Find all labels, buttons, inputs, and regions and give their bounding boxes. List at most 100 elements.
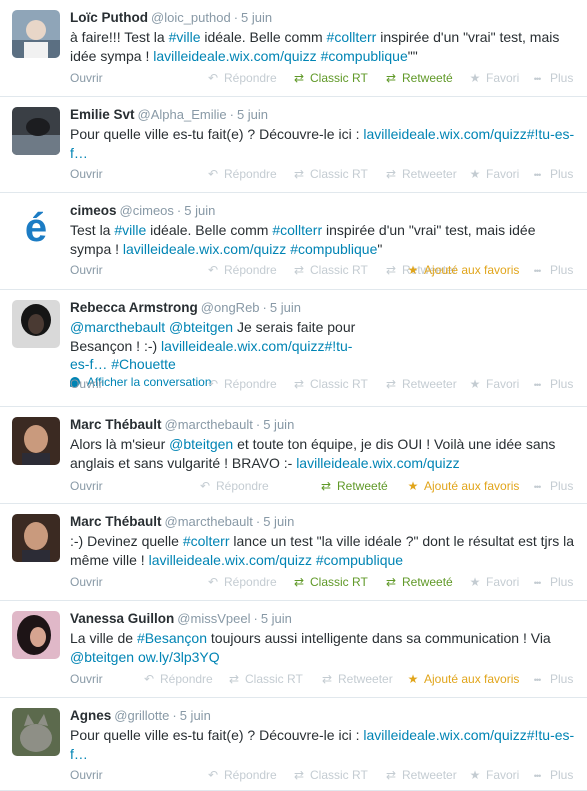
- reply-button[interactable]: ↶ Répondre: [206, 575, 277, 589]
- reply-button[interactable]: ↶ Répondre: [206, 167, 277, 181]
- avatar[interactable]: [12, 300, 60, 348]
- tweet-link[interactable]: lavilleideale.wix.com/quizz: [149, 552, 312, 568]
- fullname[interactable]: Agnes: [70, 708, 111, 723]
- timestamp[interactable]: 5 juin: [263, 417, 294, 432]
- open-button[interactable]: Ouvrir: [70, 167, 103, 181]
- fullname[interactable]: Vanessa Guillon: [70, 611, 174, 626]
- tweet-link[interactable]: #collterr: [327, 29, 377, 45]
- timestamp[interactable]: 5 juin: [241, 10, 272, 25]
- tweet-item[interactable]: Emilie Svt @Alpha_Emilie · 5 juin Pour quell…: [0, 97, 587, 193]
- timestamp[interactable]: 5 juin: [184, 203, 215, 218]
- fullname[interactable]: Rebecca Armstrong: [70, 300, 198, 315]
- favorite-button[interactable]: ★ Favori: [468, 575, 520, 589]
- timestamp[interactable]: 5 juin: [263, 514, 294, 529]
- more-button[interactable]: ••• Plus: [530, 768, 574, 782]
- open-button[interactable]: Ouvrir: [70, 672, 103, 686]
- more-button[interactable]: ••• Plus: [530, 575, 574, 589]
- username[interactable]: @grillotte: [114, 708, 169, 723]
- reply-button[interactable]: ↶ Répondre: [198, 479, 269, 493]
- tweet-link[interactable]: #colterr: [183, 533, 230, 549]
- tweet-link[interactable]: lavilleideale.wix.com/quizz: [153, 48, 316, 64]
- tweet-link[interactable]: @bteitgen: [169, 319, 233, 335]
- open-button[interactable]: Ouvrir: [70, 575, 103, 589]
- classic-rt-button[interactable]: ⇄ Classic RT: [292, 167, 368, 181]
- reply-button[interactable]: ↶ Répondre: [206, 71, 277, 85]
- tweet-link[interactable]: #ville: [114, 222, 146, 238]
- tweet-link[interactable]: #Besançon: [137, 630, 207, 646]
- classic-rt-button[interactable]: ⇄ Classic RT: [292, 575, 368, 589]
- tweet-item[interactable]: Vanessa Guillon @missVpeel · 5 juin La ville…: [0, 601, 587, 698]
- open-button[interactable]: Ouvrir: [70, 377, 103, 391]
- fullname[interactable]: Marc Thébault: [70, 417, 162, 432]
- open-button[interactable]: Ouvrir: [70, 263, 103, 277]
- timestamp[interactable]: 5 juin: [261, 611, 292, 626]
- retweeted-button[interactable]: ⇄ Retweeté: [384, 71, 453, 85]
- tweet-item[interactable]: é cimeos @cimeos · 5 juin Test la #ville idéa…: [0, 193, 587, 290]
- retweet-button[interactable]: ⇄ Retweeter: [384, 167, 457, 181]
- tweet-link[interactable]: #compublique: [316, 552, 403, 568]
- fullname[interactable]: Loïc Puthod: [70, 10, 148, 25]
- avatar[interactable]: [12, 514, 60, 562]
- fullname[interactable]: cimeos: [70, 203, 117, 218]
- reply-button[interactable]: ↶ Répondre: [142, 672, 213, 686]
- avatar[interactable]: é: [12, 203, 60, 251]
- tweet-link[interactable]: #compublique: [321, 48, 408, 64]
- classic-rt-button[interactable]: ⇄ Classic RT: [292, 768, 368, 782]
- retweeted-button[interactable]: ⇄ Retweeté: [384, 575, 453, 589]
- classic-rt-button[interactable]: ⇄ Classic RT: [292, 377, 368, 391]
- more-button[interactable]: ••• Plus: [530, 672, 574, 686]
- more-button[interactable]: ••• Plus: [530, 167, 574, 181]
- tweet-item[interactable]: Rebecca Armstrong @ongReb · 5 juin @marctheb…: [0, 290, 587, 407]
- favorited-button[interactable]: ★ Ajouté aux favoris: [406, 672, 520, 686]
- reply-button[interactable]: ↶ Répondre: [206, 768, 277, 782]
- retweeted-button[interactable]: ⇄ Retweeté: [319, 479, 388, 493]
- tweet-link[interactable]: @bteitgen: [70, 649, 134, 665]
- timestamp[interactable]: 5 juin: [270, 300, 301, 315]
- reply-button[interactable]: ↶ Répondre: [206, 377, 277, 391]
- retweet-button[interactable]: ⇄ Retweeter: [320, 672, 393, 686]
- tweet-link[interactable]: ow.ly/3lp3YQ: [138, 649, 220, 665]
- more-button[interactable]: ••• Plus: [530, 263, 574, 277]
- open-button[interactable]: Ouvrir: [70, 71, 103, 85]
- classic-rt-button[interactable]: ⇄ Classic RT: [227, 672, 303, 686]
- username[interactable]: @marcthebault: [165, 417, 253, 432]
- retweet-button[interactable]: ⇄ Retweeter: [384, 768, 457, 782]
- avatar[interactable]: [12, 10, 60, 58]
- username[interactable]: @missVpeel: [177, 611, 250, 626]
- fullname[interactable]: Emilie Svt: [70, 107, 135, 122]
- username[interactable]: @ongReb: [201, 300, 260, 315]
- tweet-item[interactable]: Loïc Puthod @loic_puthod · 5 juin à faire!!!…: [0, 0, 587, 97]
- tweet-item[interactable]: Marc Thébault @marcthebault · 5 juin:-) Dev…: [0, 504, 587, 601]
- reply-button[interactable]: ↶ Répondre: [206, 263, 277, 277]
- tweet-link[interactable]: #compublique: [290, 241, 377, 257]
- favorite-button[interactable]: ★ Favori: [468, 167, 520, 181]
- fullname[interactable]: Marc Thébault: [70, 514, 162, 529]
- username[interactable]: @marcthebault: [165, 514, 253, 529]
- avatar[interactable]: [12, 417, 60, 465]
- favorite-button[interactable]: ★ Favori: [468, 377, 520, 391]
- avatar[interactable]: [12, 708, 60, 756]
- timestamp[interactable]: 5 juin: [180, 708, 211, 723]
- more-button[interactable]: ••• Plus: [530, 479, 574, 493]
- username[interactable]: @Alpha_Emilie: [138, 107, 227, 122]
- open-button[interactable]: Ouvrir: [70, 479, 103, 493]
- favorite-button[interactable]: ★ Favori: [468, 768, 520, 782]
- avatar[interactable]: [12, 611, 60, 659]
- tweet-item[interactable]: Marc Thébault @marcthebault · 5 juin Alors l…: [0, 407, 587, 504]
- favorited-button[interactable]: ★ Ajouté aux favoris: [406, 479, 520, 493]
- favorite-button[interactable]: ★ Favori: [468, 71, 520, 85]
- more-button[interactable]: ••• Plus: [530, 71, 574, 85]
- tweet-link[interactable]: #Chouette: [111, 356, 176, 372]
- tweet-link[interactable]: @marcthebault: [70, 319, 165, 335]
- tweet-link[interactable]: lavilleideale.wix.com/quizz: [296, 455, 459, 471]
- retweet-button[interactable]: ⇄ Retweeter: [384, 377, 457, 391]
- username[interactable]: @loic_puthod: [151, 10, 231, 25]
- favorited-button[interactable]: ★ Ajouté aux favoris: [406, 263, 520, 277]
- tweet-item[interactable]: Agnes @grillotte · 5 juin Pour quelle ville …: [0, 698, 587, 791]
- timestamp[interactable]: 5 juin: [237, 107, 268, 122]
- tweet-link[interactable]: lavilleideale.wix.com/quizz: [123, 241, 286, 257]
- username[interactable]: @cimeos: [120, 203, 174, 218]
- tweet-link[interactable]: #ville: [169, 29, 201, 45]
- more-button[interactable]: ••• Plus: [530, 377, 574, 391]
- classic-rt-button[interactable]: ⇄ Classic RT: [292, 71, 368, 85]
